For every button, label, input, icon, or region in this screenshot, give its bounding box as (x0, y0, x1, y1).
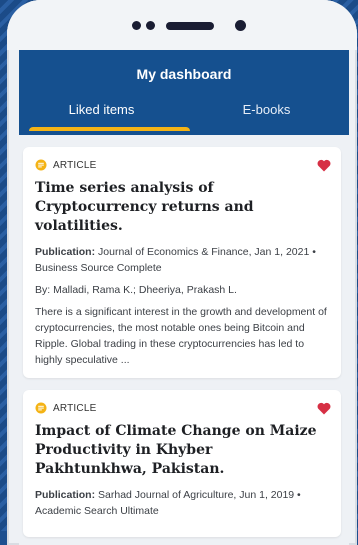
authors-value: Malladi, Rama K.; Dheeriya, Prakash L. (53, 284, 237, 296)
item-abstract: There is a significant interest in the g… (35, 306, 327, 366)
article-icon (35, 159, 47, 171)
sensor-dot (132, 21, 141, 30)
page-title: My dashboard (136, 66, 232, 82)
item-title[interactable]: Time series analysis of Cryptocurrency r… (35, 179, 329, 236)
tab-liked-items[interactable]: Liked items (19, 102, 190, 131)
item-publication: Publication: Journal of Economics & Fina… (35, 244, 329, 276)
item-title[interactable]: Impact of Climate Change on Maize Produc… (35, 422, 329, 479)
sensor-dot (146, 21, 155, 30)
article-icon (35, 402, 47, 414)
item-publication: Publication: Sarhad Journal of Agricultu… (35, 487, 329, 519)
item-type-label: ARTICLE (53, 159, 97, 171)
liked-items-list: ARTICLE Time series analysis of Cryptocu… (19, 135, 349, 537)
phone-frame: My dashboard Liked items E-books ARTICLE (7, 0, 357, 545)
speaker-grille (166, 21, 214, 30)
sensor-dots (132, 21, 214, 30)
tab-e-books[interactable]: E-books (184, 102, 349, 131)
authors-label: By: (35, 284, 51, 296)
front-camera (235, 20, 246, 31)
publication-label: Publication: (35, 246, 96, 258)
item-type: ARTICLE (35, 159, 329, 171)
tab-bar: Liked items E-books (19, 102, 349, 131)
list-item[interactable]: ARTICLE Impact of Climate Change on Maiz… (23, 390, 341, 537)
item-type-label: ARTICLE (53, 402, 97, 414)
phone-top-bezel (7, 0, 357, 50)
item-authors: By: Malladi, Rama K.; Dheeriya, Prakash … (35, 284, 329, 296)
publication-label: Publication: (35, 489, 96, 501)
item-type: ARTICLE (35, 402, 329, 414)
heart-icon[interactable] (317, 402, 331, 415)
list-item[interactable]: ARTICLE Time series analysis of Cryptocu… (23, 147, 341, 378)
app-header: My dashboard Liked items E-books (19, 50, 349, 135)
app-screen: My dashboard Liked items E-books ARTICLE (19, 50, 349, 545)
heart-icon[interactable] (317, 159, 331, 172)
